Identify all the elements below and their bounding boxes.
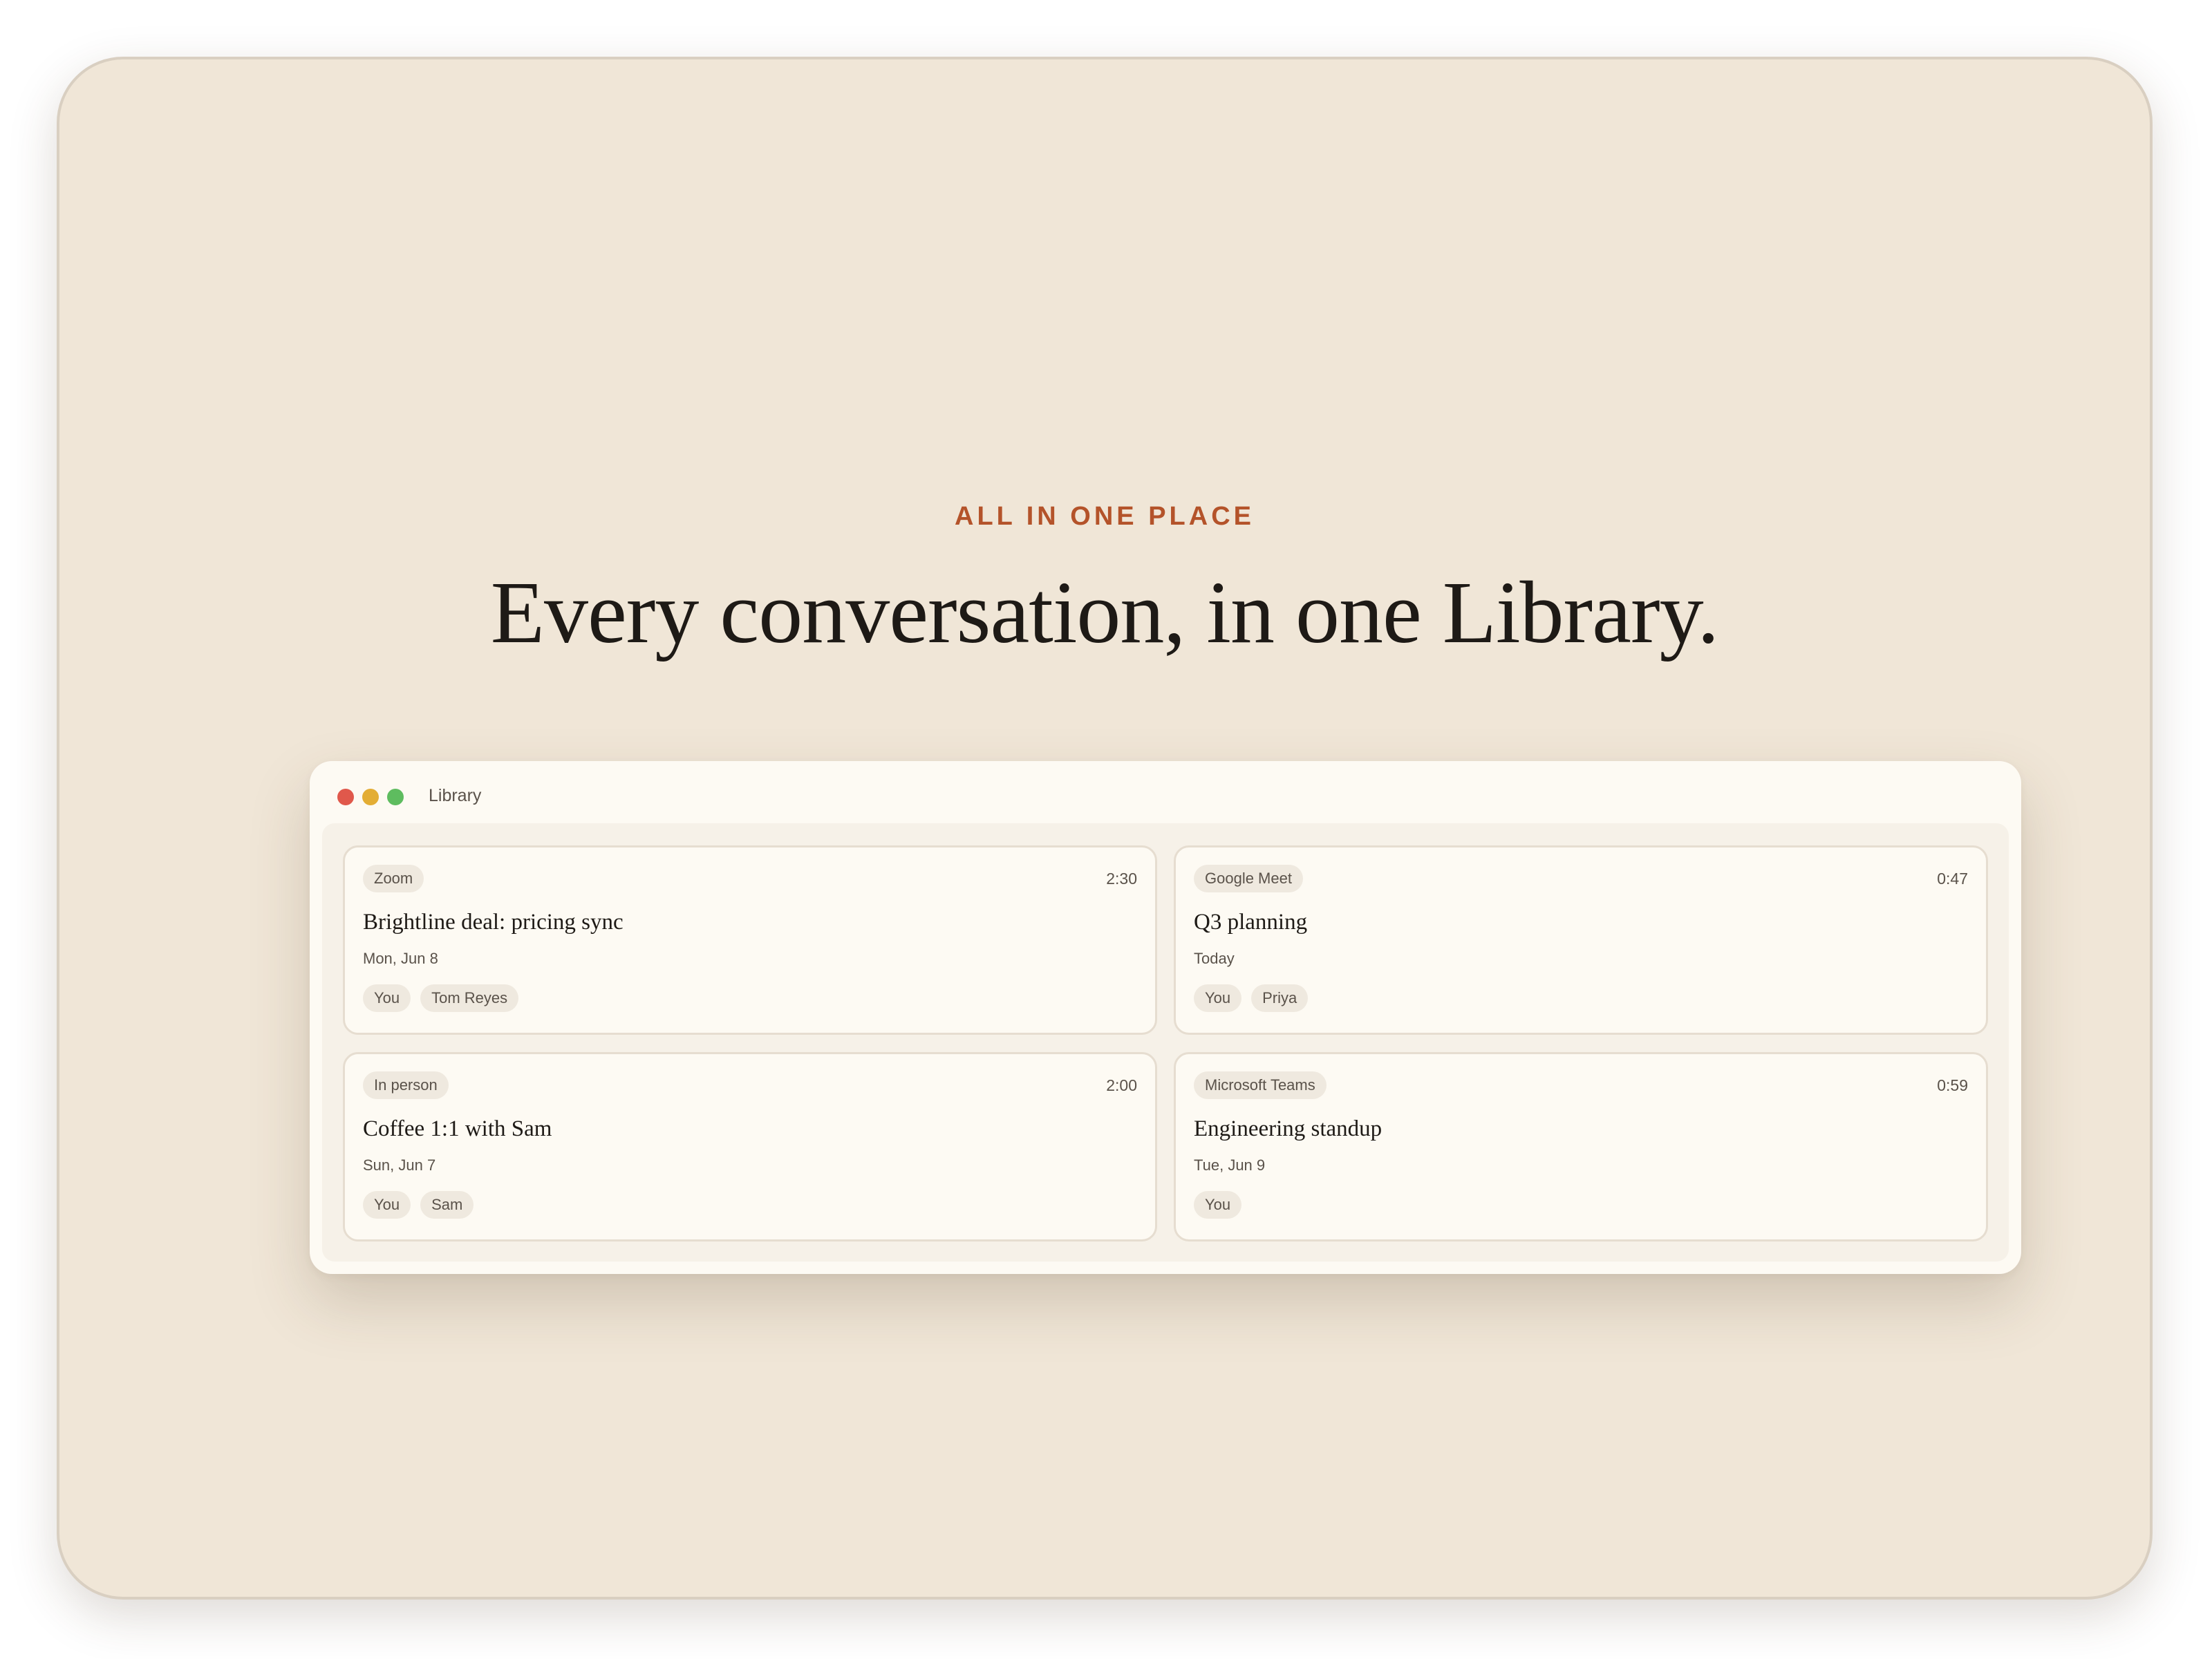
duration-label: 0:59 <box>1937 1076 1968 1094</box>
conversation-grid: Zoom 2:30 Brightline deal: pricing sync … <box>322 823 2009 1262</box>
library-window: Library Zoom 2:30 Brightline deal: prici… <box>310 761 2021 1274</box>
conversation-card[interactable]: Zoom 2:30 Brightline deal: pricing sync … <box>343 845 1157 1035</box>
page-frame: ALL IN ONE PLACE Every conversation, in … <box>57 57 2153 1600</box>
participant-chip: You <box>363 1191 411 1219</box>
window-title: Library <box>429 786 482 805</box>
window-titlebar: Library <box>310 761 2021 823</box>
conversation-title: Brightline deal: pricing sync <box>363 910 624 935</box>
duration-label: 2:00 <box>1106 1076 1137 1094</box>
conversation-title: Coffee 1:1 with Sam <box>363 1116 552 1141</box>
participant-chip: You <box>363 984 411 1012</box>
participant-chip: Priya <box>1251 984 1309 1012</box>
participant-chip: Sam <box>420 1191 474 1219</box>
participant-list: You Priya <box>1194 984 1309 1012</box>
eyebrow-label: ALL IN ONE PLACE <box>955 502 1255 531</box>
minimize-window-button[interactable] <box>362 789 379 805</box>
close-window-button[interactable] <box>337 789 354 805</box>
source-chip: Zoom <box>363 865 424 892</box>
conversation-date: Mon, Jun 8 <box>363 950 438 967</box>
page-headline: Every conversation, in one Library. <box>490 563 1720 662</box>
participant-chip: Tom Reyes <box>420 984 519 1012</box>
conversation-card[interactable]: Google Meet 0:47 Q3 planning Today You P… <box>1174 845 1988 1035</box>
participant-chip: You <box>1194 984 1242 1012</box>
source-chip: In person <box>363 1071 449 1099</box>
participant-list: You Tom Reyes <box>363 984 519 1012</box>
conversation-card[interactable]: Microsoft Teams 0:59 Engineering standup… <box>1174 1052 1988 1241</box>
source-chip: Google Meet <box>1194 865 1303 892</box>
participant-list: You Sam <box>363 1191 474 1219</box>
conversation-date: Tue, Jun 9 <box>1194 1156 1266 1174</box>
conversation-card[interactable]: In person 2:00 Coffee 1:1 with Sam Sun, … <box>343 1052 1157 1241</box>
participant-list: You <box>1194 1191 1242 1219</box>
participant-chip: You <box>1194 1191 1242 1219</box>
duration-label: 0:47 <box>1937 870 1968 888</box>
conversation-title: Q3 planning <box>1194 910 1308 935</box>
source-chip: Microsoft Teams <box>1194 1071 1327 1099</box>
maximize-window-button[interactable] <box>387 789 404 805</box>
conversation-date: Sun, Jun 7 <box>363 1156 436 1174</box>
conversation-title: Engineering standup <box>1194 1116 1382 1141</box>
conversation-date: Today <box>1194 950 1235 967</box>
duration-label: 2:30 <box>1106 870 1137 888</box>
